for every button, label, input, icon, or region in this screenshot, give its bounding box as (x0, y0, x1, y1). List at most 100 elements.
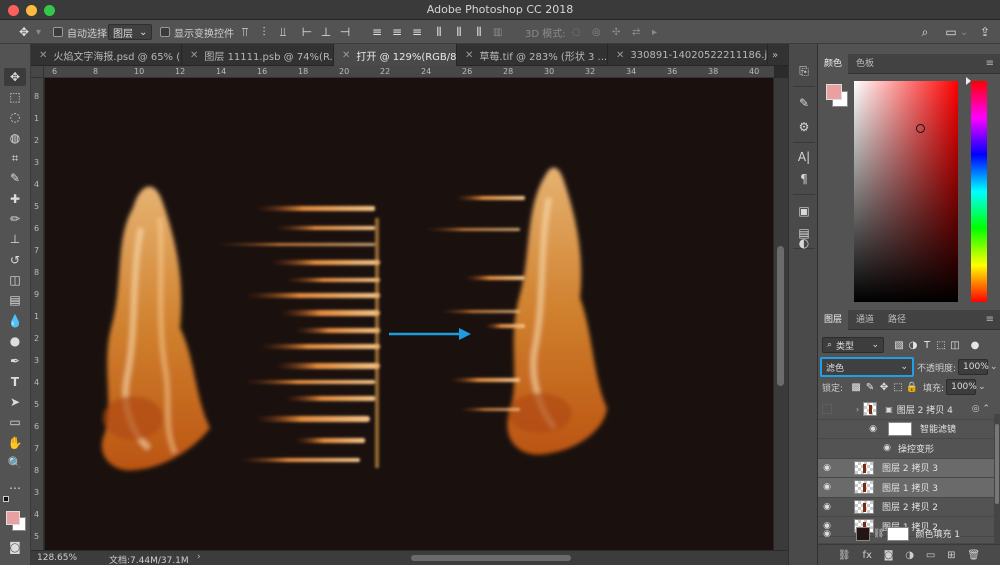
layer-row[interactable]: ◉ 图层 1 拷贝 3 (818, 478, 994, 498)
tab-document-2[interactable]: ✕ 图层 11111.psb @ 74%(R... (182, 44, 334, 66)
align-right-icon[interactable]: ⊣ (338, 23, 352, 41)
align-left-icon[interactable]: ⊢ (300, 23, 314, 41)
lasso-tool-icon[interactable]: ◌ (4, 108, 26, 126)
eye-icon[interactable]: ◉ (818, 529, 836, 539)
type-filter-icon[interactable]: T (920, 340, 934, 351)
dodge-tool-icon[interactable]: ● (4, 332, 26, 350)
hand-tool-icon[interactable]: ✋ (4, 434, 26, 452)
new-adjustment-layer-icon[interactable]: ◑ (905, 550, 914, 561)
distribute-left-icon[interactable]: ⦀ (432, 23, 446, 41)
rectangle-tool-icon[interactable]: ▭ (4, 413, 26, 431)
panel-menu-icon[interactable]: ≡ (986, 58, 994, 69)
smart-object-filter-icon[interactable]: ◫ (948, 340, 962, 351)
distribute-vcenter-icon[interactable]: ≡ (390, 23, 404, 41)
eraser-tool-icon[interactable]: ◫ (4, 271, 26, 289)
layer-row[interactable]: ◉ 图层 2 拷贝 3 (818, 458, 994, 478)
move-tool-icon[interactable]: ✥ (14, 23, 34, 41)
tab-document-1[interactable]: ✕ 火焰文字海报.psd @ 65% (... (31, 44, 182, 66)
layers-scroll-thumb[interactable] (995, 424, 999, 504)
lock-transparency-icon[interactable]: ▩ (849, 382, 863, 393)
close-icon[interactable]: ✕ (616, 50, 624, 61)
layer-name[interactable]: 图层 1 拷贝 3 (882, 481, 938, 494)
panel-menu-icon[interactable]: ≡ (986, 314, 994, 325)
link-icon[interactable]: ⛓ (873, 529, 884, 539)
distribute-bottom-icon[interactable]: ≡ (410, 23, 424, 41)
styles-panel-icon[interactable]: ◐ (794, 234, 814, 252)
link-layers-icon[interactable]: ⛓ (838, 550, 851, 561)
horizontal-scroll-thumb[interactable] (411, 555, 571, 561)
visibility-toggle[interactable] (822, 404, 832, 415)
show-transform-checkbox[interactable]: 显示变换控件 (160, 23, 234, 41)
tabs-overflow-button[interactable]: » (768, 44, 788, 66)
adjustment-filter-icon[interactable]: ◑ (906, 340, 920, 351)
lock-artboard-icon[interactable]: ⬚ (891, 382, 905, 393)
align-vcenter-icon[interactable]: ⫶ (257, 23, 271, 41)
marquee-tool-icon[interactable]: ⬚ (4, 88, 26, 106)
add-mask-icon[interactable]: ◙ (884, 550, 894, 561)
pixel-filter-icon[interactable]: ▧ (892, 340, 906, 351)
foreground-color-swatch[interactable] (6, 511, 20, 525)
brush-settings-icon[interactable]: ✎ (794, 94, 814, 112)
align-bottom-icon[interactable]: ⫫ (276, 23, 290, 41)
layer-name[interactable]: 颜色填充 1 (915, 527, 960, 540)
distribute-right-icon[interactable]: ⦀ (472, 23, 486, 41)
new-group-icon[interactable]: ▭ (926, 550, 935, 561)
brush-tool-icon[interactable]: ✏ (4, 210, 26, 228)
history-brush-tool-icon[interactable]: ↺ (4, 251, 26, 269)
tab-swatches[interactable]: 色板 (850, 54, 880, 74)
more-tools-icon[interactable]: … (4, 476, 26, 494)
tab-document-4[interactable]: ✕ 草莓.tif @ 283% (形状 3 ... (457, 44, 608, 66)
zoom-tool-icon[interactable]: 🔍 (4, 454, 26, 472)
workspace-chevron-icon[interactable]: ⌄ (960, 23, 968, 41)
auto-select-checkbox[interactable]: 自动选择: (53, 23, 110, 41)
eye-icon[interactable]: ◉ (818, 482, 836, 492)
align-hcenter-icon[interactable]: ⊥ (319, 23, 333, 41)
layer-name[interactable]: 图层 2 拷贝 4 (897, 403, 953, 416)
default-colors-icon[interactable] (3, 496, 9, 502)
smart-filter-icon[interactable]: ◎ ⌃ (972, 404, 990, 414)
path-selection-tool-icon[interactable]: ➤ (4, 393, 26, 411)
canvas-area[interactable] (44, 78, 774, 550)
vertical-scrollbar[interactable] (774, 78, 788, 550)
layer-filter-dropdown[interactable]: ⌕ 类型 ⌄ (822, 337, 884, 353)
fill-input[interactable]: 100% (946, 379, 977, 395)
layers-scrollbar[interactable] (994, 414, 1000, 544)
3d-scale-icon[interactable]: ▸ (652, 23, 657, 41)
clone-stamp-tool-icon[interactable]: ⊥ (4, 230, 26, 248)
close-icon[interactable]: ✕ (342, 50, 350, 61)
checkbox-box[interactable] (53, 27, 63, 37)
chevron-down-icon[interactable]: ⌄ (978, 382, 986, 392)
search-icon[interactable]: ⌕ (918, 23, 932, 41)
shape-filter-icon[interactable]: ⬚ (934, 340, 948, 351)
move-tool-icon[interactable]: ✥ (4, 68, 26, 86)
3d-rotate-icon[interactable]: ◌ (572, 23, 581, 41)
distribute-hcenter-icon[interactable]: ⦀ (452, 23, 466, 41)
lock-position-icon[interactable]: ✥ (877, 382, 891, 393)
layer-name[interactable]: 图层 2 拷贝 2 (882, 500, 938, 513)
status-menu-arrow[interactable]: › (197, 552, 201, 562)
eye-icon[interactable]: ◉ (878, 443, 896, 453)
3d-slide-icon[interactable]: ⇄ (632, 23, 640, 41)
layer-style-icon[interactable]: fx (862, 550, 871, 561)
gradient-tool-icon[interactable]: ▤ (4, 291, 26, 309)
delete-layer-icon[interactable]: 🗑 (967, 550, 980, 561)
filter-toggle-icon[interactable]: ● (968, 340, 982, 351)
eye-icon[interactable]: ◉ (864, 424, 882, 434)
close-icon[interactable]: ✕ (39, 50, 47, 61)
auto-select-dropdown[interactable]: 图层 ⌄ (108, 23, 153, 41)
zoom-level[interactable]: 128.65% (37, 553, 77, 563)
properties-panel-icon[interactable]: ▣ (794, 202, 814, 220)
layer-row[interactable]: ◉ ⛓ 颜色填充 1 (818, 524, 994, 544)
distribute-top-icon[interactable]: ≡ (370, 23, 384, 41)
layer-row[interactable]: ◉ 图层 2 拷贝 2 (818, 498, 994, 517)
paragraph-panel-icon[interactable]: ¶ (794, 170, 814, 188)
layer-name[interactable]: 智能滤镜 (920, 422, 956, 435)
close-icon[interactable]: ✕ (465, 50, 473, 61)
tab-channels[interactable]: 通道 (850, 310, 880, 330)
quick-select-tool-icon[interactable]: ◍ (4, 129, 26, 147)
tab-paths[interactable]: 路径 (882, 310, 912, 330)
type-tool-icon[interactable]: T (4, 373, 26, 391)
chevron-down-icon[interactable]: ⌄ (990, 362, 998, 372)
ruler-corner[interactable] (31, 66, 44, 78)
layer-row[interactable]: › ▣ 图层 2 拷贝 4 ◎ ⌃ (818, 400, 994, 420)
